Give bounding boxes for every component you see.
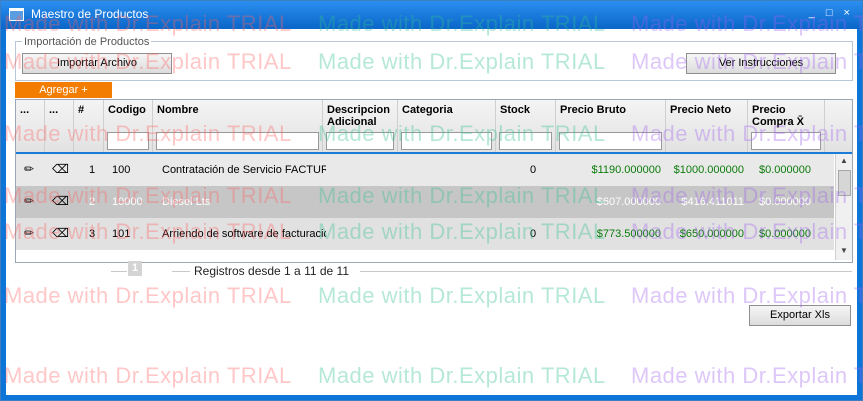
col-categoria[interactable]: Categoria <box>398 100 496 152</box>
cell-stock: 0 <box>530 164 537 176</box>
col-codigo[interactable]: Codigo <box>104 100 153 152</box>
filter-precio-compra[interactable] <box>751 132 821 150</box>
view-instructions-button[interactable]: Ver Instrucciones <box>686 53 836 74</box>
watermark: Made with Dr.Explain TRIAL <box>4 363 292 388</box>
scroll-up-icon[interactable]: ▲ <box>840 156 848 165</box>
scroll-thumb[interactable] <box>838 170 851 196</box>
import-file-button[interactable]: Importar Archivo <box>22 53 172 74</box>
filter-stock[interactable] <box>499 132 552 150</box>
col-stock[interactable]: Stock <box>496 100 556 152</box>
cell-nombre: Contratación de Servicio FACTURA <box>162 164 326 176</box>
table-row[interactable]: ✏ ⌫ 2 10000 Diesel Lts $607.000000 $416.… <box>16 186 834 218</box>
eraser-icon[interactable]: ⌫ <box>52 226 69 240</box>
window: Maestro de Productos _ □ × Importación d… <box>0 0 863 401</box>
cell-precio-neto: $1000.000000 <box>673 164 744 176</box>
eraser-icon[interactable]: ⌫ <box>52 162 69 176</box>
window-controls[interactable]: _ □ × <box>809 7 854 19</box>
cell-stock: 0 <box>530 228 537 240</box>
col-nombre[interactable]: Nombre <box>153 100 323 152</box>
title-bar: Maestro de Productos _ □ × <box>1 1 862 29</box>
scroll-down-icon[interactable]: ▼ <box>840 246 848 255</box>
col-precio-bruto[interactable]: Precio Bruto <box>556 100 666 152</box>
watermark: Made with Dr.Explain TRIAL <box>631 363 863 388</box>
pager-divider <box>360 271 852 272</box>
vertical-scrollbar[interactable]: ▲ ▼ <box>835 154 852 260</box>
window-content: Importación de Productos Importar Archiv… <box>4 11 863 395</box>
add-button[interactable]: Agregar + <box>15 82 112 98</box>
cell-precio-compra: $0.000000 <box>759 228 811 240</box>
cell-nombre: Arriendo de software de facturació <box>162 228 326 240</box>
cell-precio-bruto: $773.500000 <box>596 228 661 240</box>
watermark: Made with Dr.Explain TRIAL <box>4 283 292 308</box>
col-delete[interactable]: ... <box>45 100 74 152</box>
col-number[interactable]: # <box>74 100 104 152</box>
eraser-icon[interactable]: ⌫ <box>52 194 69 208</box>
filter-nombre[interactable] <box>156 132 319 150</box>
row-number: 1 <box>89 164 96 176</box>
edit-icon[interactable]: ✏ <box>24 194 34 208</box>
import-fieldset: Importación de Productos Importar Archiv… <box>15 36 853 81</box>
filter-precio-bruto[interactable] <box>559 132 662 150</box>
cell-precio-neto: $416.411011 <box>681 196 744 208</box>
cell-precio-bruto: $607.000000 <box>596 196 661 208</box>
filter-codigo[interactable] <box>107 132 149 150</box>
cell-codigo: 100 <box>112 164 131 176</box>
col-precio-compra[interactable]: Precio Compra X̄ <box>748 100 825 152</box>
col-edit[interactable]: ... <box>16 100 45 152</box>
table-row[interactable]: ✏ ⌫ 3 101 Arriendo de software de factur… <box>16 218 834 250</box>
pager-page-button[interactable]: 1 <box>128 261 142 276</box>
watermark: Made with Dr.Explain TRIAL <box>318 363 606 388</box>
products-grid: ... ... # Codigo Nombre Descripcion Adic… <box>15 99 853 263</box>
cell-precio-compra: $0.000000 <box>759 164 811 176</box>
cell-codigo: 101 <box>112 228 131 240</box>
filter-categoria[interactable] <box>401 132 492 150</box>
col-precio-neto[interactable]: Precio Neto <box>666 100 748 152</box>
row-number: 3 <box>89 228 96 240</box>
cell-precio-compra: $0.000000 <box>759 196 811 208</box>
edit-icon[interactable]: ✏ <box>24 226 34 240</box>
pager-divider <box>111 271 127 272</box>
filter-descripcion[interactable] <box>326 132 394 150</box>
pager-status: Registros desde 1 a 11 de 11 <box>194 264 349 278</box>
window-title: Maestro de Productos <box>31 7 149 21</box>
pager-divider <box>172 271 190 272</box>
window-icon <box>9 8 24 21</box>
table-row[interactable]: ✏ ⌫ 1 100 Contratación de Servicio FACTU… <box>16 154 834 186</box>
grid-header: ... ... # Codigo Nombre Descripcion Adic… <box>16 100 852 154</box>
cell-codigo: 10000 <box>112 196 143 208</box>
row-number: 2 <box>89 196 96 208</box>
edit-icon[interactable]: ✏ <box>24 162 34 176</box>
cell-precio-neto: $650.000000 <box>679 228 744 240</box>
col-descripcion[interactable]: Descripcion Adicional <box>323 100 398 152</box>
export-xls-button[interactable]: Exportar Xls <box>749 305 851 326</box>
watermark: Made with Dr.Explain TRIAL <box>318 283 606 308</box>
cell-nombre: Diesel Lts <box>162 196 211 208</box>
import-legend: Importación de Productos <box>22 36 152 48</box>
cell-precio-bruto: $1190.000000 <box>591 164 661 176</box>
